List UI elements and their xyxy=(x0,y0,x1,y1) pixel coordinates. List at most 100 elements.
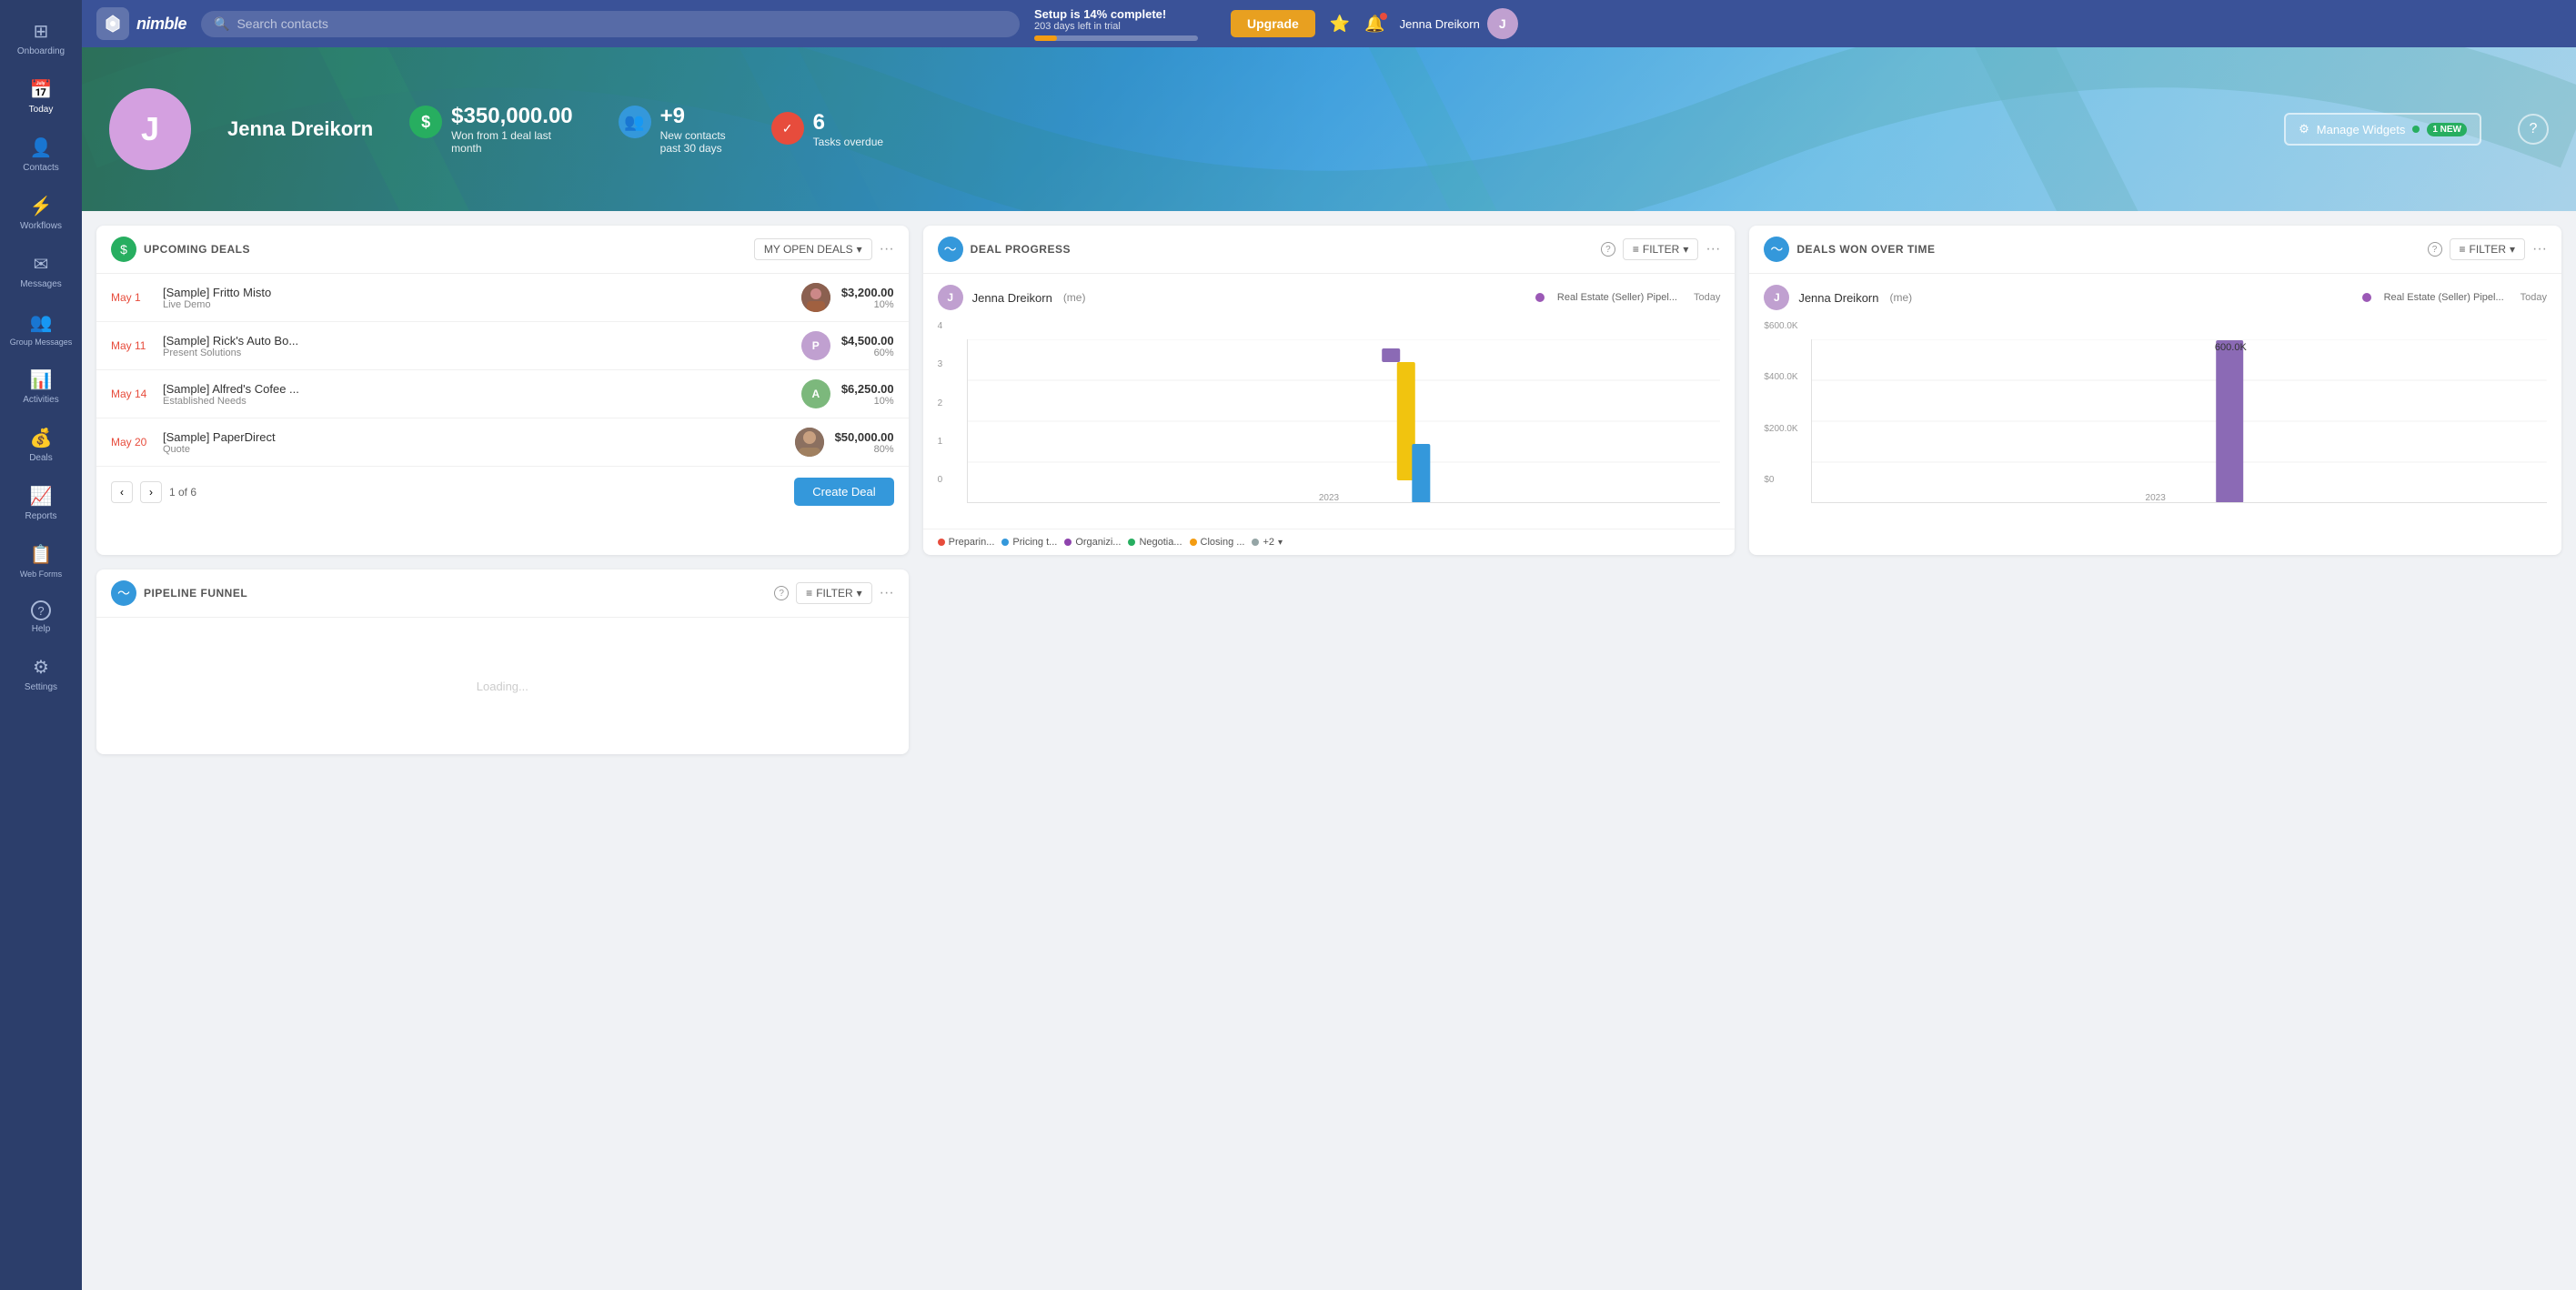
notifications-icon[interactable]: 🔔 xyxy=(1364,15,1384,34)
organizing-dot xyxy=(1064,539,1072,546)
setup-title: Setup is 14% complete! xyxy=(1034,7,1166,21)
chart-user-row: J Jenna Dreikorn (me) Real Estate (Selle… xyxy=(1764,285,2547,310)
deal-name: [Sample] Alfred's Cofee ... xyxy=(163,382,790,396)
deal-amount: $6,250.00 10% xyxy=(841,382,894,407)
deal-amount: $50,000.00 80% xyxy=(835,430,894,455)
pipeline-dot xyxy=(2362,293,2371,302)
search-bar[interactable]: 🔍 xyxy=(201,11,1020,37)
bar-chart-svg xyxy=(967,339,1721,503)
pipeline-funnel-filter-button[interactable]: ≡ FILTER ▾ xyxy=(796,582,872,604)
pipeline-funnel-controls: ≡ FILTER ▾ ··· xyxy=(796,582,893,604)
deals-won-icon: 〜 xyxy=(1764,237,1789,262)
pipeline-date: Today xyxy=(1694,292,1720,303)
sidebar-item-help[interactable]: ? Help xyxy=(0,590,82,645)
chevron-down-icon: ▾ xyxy=(857,243,862,256)
deal-info: [Sample] Rick's Auto Bo... Present Solut… xyxy=(163,334,790,358)
more-options-icon[interactable]: ··· xyxy=(880,585,894,601)
deal-progress-header: 〜 DEAL PROGRESS ? ≡ FILTER ▾ ··· xyxy=(923,226,1736,274)
next-page-button[interactable]: › xyxy=(140,481,162,503)
notification-badge xyxy=(1380,13,1387,20)
new-badge: 1 NEW xyxy=(2427,123,2467,136)
logo-text: nimble xyxy=(136,15,186,34)
topbar-icons: ⭐ 🔔 Jenna Dreikorn J xyxy=(1330,8,1518,39)
organizing-label: Organizi... xyxy=(1075,537,1121,548)
user-avatar: J xyxy=(1487,8,1518,39)
upcoming-deals-header: $ UPCOMING DEALS MY OPEN DEALS ▾ ··· xyxy=(96,226,909,274)
pricing-dot xyxy=(1001,539,1009,546)
chart-user-name: Jenna Dreikorn xyxy=(972,291,1052,305)
user-info[interactable]: Jenna Dreikorn J xyxy=(1400,8,1518,39)
deal-progress-help-icon[interactable]: ? xyxy=(1601,242,1615,257)
star-icon[interactable]: ⭐ xyxy=(1330,15,1350,34)
pipeline-name: Real Estate (Seller) Pipel... xyxy=(1557,292,1677,303)
deal-avatar: A xyxy=(801,379,830,408)
negotiating-dot xyxy=(1128,539,1135,546)
legend-item: Organizi... xyxy=(1064,537,1121,548)
chevron-down-icon: ▾ xyxy=(1683,243,1688,256)
pipeline-funnel-help-icon[interactable]: ? xyxy=(774,586,789,600)
hero-avatar: J xyxy=(109,88,191,170)
deals-won-controls: ≡ FILTER ▾ ··· xyxy=(2450,238,2547,260)
stat-tasks-text: 6 Tasks overdue xyxy=(813,110,883,148)
sidebar-item-activities[interactable]: 📊 Activities xyxy=(0,358,82,416)
filter-icon: ≡ xyxy=(2460,243,2466,256)
sidebar-item-workflows[interactable]: ⚡ Workflows xyxy=(0,184,82,242)
deal-progress-filter-button[interactable]: ≡ FILTER ▾ xyxy=(1623,238,1699,260)
progress-bar-wrap xyxy=(1034,35,1198,41)
group-messages-icon: 👥 xyxy=(30,311,53,334)
negotiating-label: Negotia... xyxy=(1139,537,1182,548)
deals-won-widget: 〜 DEALS WON OVER TIME ? ≡ FILTER ▾ ··· xyxy=(1749,226,2561,555)
hero-help-button[interactable]: ? xyxy=(2518,114,2549,145)
closing-label: Closing ... xyxy=(1201,537,1245,548)
deal-amount: $4,500.00 60% xyxy=(841,334,894,358)
sidebar-item-messages[interactable]: ✉ Messages xyxy=(0,242,82,300)
svg-text:600.0K: 600.0K xyxy=(2215,342,2248,353)
sidebar: ⊞ Onboarding 📅 Today 👤 Contacts ⚡ Workfl… xyxy=(0,0,82,1290)
progress-bar-fill xyxy=(1034,35,1057,41)
more-options-icon[interactable]: ··· xyxy=(1706,241,1720,257)
chart-legend: Preparin... Pricing t... Organizi... Neg… xyxy=(923,529,1736,555)
contacts-icon: 👤 xyxy=(30,136,53,159)
deals-won-help-icon[interactable]: ? xyxy=(2428,242,2442,257)
manage-widgets-button[interactable]: ⚙ Manage Widgets 1 NEW xyxy=(2284,113,2481,146)
chevron-down-icon: ▾ xyxy=(1278,538,1283,548)
chart-user-name: Jenna Dreikorn xyxy=(1798,291,1878,305)
prev-page-button[interactable]: ‹ xyxy=(111,481,133,503)
more-dot xyxy=(1252,539,1259,546)
logo: nimble xyxy=(96,7,186,40)
table-row: May 14 [Sample] Alfred's Cofee ... Estab… xyxy=(96,370,909,418)
open-deals-dropdown[interactable]: MY OPEN DEALS ▾ xyxy=(754,238,872,260)
deal-info: [Sample] Alfred's Cofee ... Established … xyxy=(163,382,790,407)
deals-won-chart-area: $600.0K $400.0K $200.0K $0 xyxy=(1764,321,2547,503)
today-icon: 📅 xyxy=(30,78,53,101)
more-legend-button[interactable]: +2 ▾ xyxy=(1252,537,1283,548)
chart-user-row: J Jenna Dreikorn (me) Real Estate (Selle… xyxy=(938,285,1721,310)
sidebar-item-group-messages[interactable]: 👥 Group Messages xyxy=(0,300,82,358)
deals-won-filter-button[interactable]: ≡ FILTER ▾ xyxy=(2450,238,2526,260)
pipeline-dot xyxy=(1535,293,1545,302)
pipeline-funnel-header: 〜 PIPELINE FUNNEL ? ≡ FILTER ▾ ··· xyxy=(96,569,909,618)
sidebar-item-settings[interactable]: ⚙ Settings xyxy=(0,645,82,703)
upgrade-button[interactable]: Upgrade xyxy=(1231,10,1315,37)
sidebar-item-deals[interactable]: 💰 Deals xyxy=(0,416,82,474)
stat-contacts-icon: 👥 xyxy=(619,106,651,138)
more-options-icon[interactable]: ··· xyxy=(2532,241,2547,257)
sidebar-item-today[interactable]: 📅 Today xyxy=(0,67,82,126)
create-deal-button[interactable]: Create Deal xyxy=(794,478,893,506)
sidebar-item-contacts[interactable]: 👤 Contacts xyxy=(0,126,82,184)
legend-item: Pricing t... xyxy=(1001,537,1057,548)
sidebar-item-web-forms[interactable]: 📋 Web Forms xyxy=(0,532,82,590)
deals-footer: ‹ › 1 of 6 Create Deal xyxy=(96,467,909,517)
deal-date: May 1 xyxy=(111,291,152,304)
sidebar-item-reports[interactable]: 📈 Reports xyxy=(0,474,82,532)
chart-user-avatar: J xyxy=(1764,285,1789,310)
upcoming-deals-title: UPCOMING DEALS xyxy=(144,243,747,256)
sidebar-item-onboarding[interactable]: ⊞ Onboarding xyxy=(0,9,82,67)
messages-icon: ✉ xyxy=(34,253,49,276)
hero-stat-tasks: ✓ 6 Tasks overdue xyxy=(771,110,883,148)
deal-avatar xyxy=(795,428,824,457)
more-options-icon[interactable]: ··· xyxy=(880,241,894,257)
deal-progress-title: DEAL PROGRESS xyxy=(971,243,1594,256)
deals-won-svg: 600.0K xyxy=(1811,339,2547,503)
search-input[interactable] xyxy=(236,16,1007,31)
